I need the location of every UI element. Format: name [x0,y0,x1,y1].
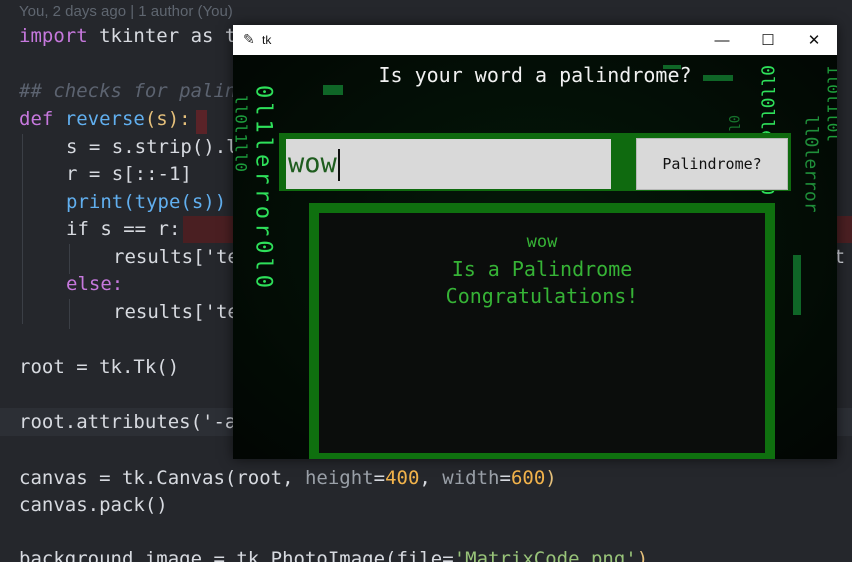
svg-text:0l1lerror0l0: 0l1lerror0l0 [251,85,276,292]
code-line-pack: canvas.pack() [19,494,168,516]
word-entry-field[interactable]: wow [286,139,611,189]
entry-value: wow [288,148,337,179]
palindrome-button[interactable]: Palindrome? [636,138,788,190]
feather-icon: ✎ [243,31,255,47]
result-status: Is a Palindrome [451,257,633,281]
result-message: Congratulations! [445,284,639,308]
code-line-else: else: [66,273,124,295]
code-line-canvas: canvas = tk.Canvas(root, height=400, wid… [19,467,557,489]
code-line-background: background_image = tk.PhotoImage(file='M… [19,548,649,562]
tk-window[interactable]: ✎ tk — ☐ ✕ 0l1lerror0l0 ll0l1ll0 0ll0lle… [233,25,837,459]
code-line-print: print(type(s)) [66,191,227,213]
matrix-canvas: 0l1lerror0l0 ll0l1ll0 0ll0llerror0 ll0le… [233,55,837,459]
window-titlebar[interactable]: ✎ tk — ☐ ✕ [233,25,837,55]
svg-text:ll0l1ll0: ll0l1ll0 [233,95,251,172]
code-line-def: def reverse(s): [19,108,191,130]
text-caret [337,148,340,181]
bracket-highlight [196,110,207,134]
indent-guide [69,244,70,274]
minimize-button[interactable]: — [699,25,745,55]
code-line-root: root = tk.Tk() [19,356,180,378]
indent-guide [69,299,70,329]
result-label: wow Is a Palindrome Congratulations! [319,227,765,310]
code-line-r: r = s[::-1] [66,163,192,185]
window-title: tk [262,33,272,47]
result-frame: wow Is a Palindrome Congratulations! [309,203,775,459]
code-line-import: import tkinter as t [19,25,237,47]
app-heading: Is your word a palindrome? [378,63,692,87]
indent-guide [22,134,23,324]
close-button[interactable]: ✕ [791,25,837,55]
git-blame-annotation: You, 2 days ago | 1 author (You) [19,3,233,20]
svg-text:ll0lerror: ll0lerror [801,115,822,213]
maximize-button[interactable]: ☐ [745,25,791,55]
code-line-if: if s == r: [66,218,181,240]
result-word: wow [526,232,558,252]
